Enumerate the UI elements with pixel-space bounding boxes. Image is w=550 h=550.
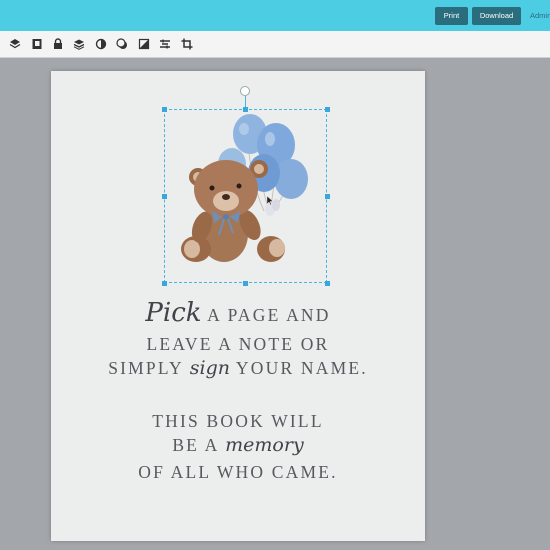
script-word-sign: sign: [189, 357, 230, 379]
resize-handle-top-left[interactable]: [162, 107, 167, 112]
selection-frame: [164, 109, 327, 283]
shadow-icon[interactable]: [115, 37, 129, 51]
layers-icon[interactable]: [8, 37, 22, 51]
script-word-pick: Pick: [145, 298, 202, 328]
text-line-5[interactable]: BE A memory: [51, 434, 425, 456]
mouse-pointer-icon: [267, 196, 273, 205]
top-bar: Print Download Admin: [0, 0, 550, 31]
rotate-handle[interactable]: [240, 86, 250, 96]
line-5-pre: BE A: [172, 435, 226, 455]
line-6-text: OF ALL WHO CAME.: [138, 462, 338, 482]
text-line-3[interactable]: SIMPLY sign YOUR NAME.: [51, 357, 425, 379]
text-line-2[interactable]: LEAVE A NOTE OR: [51, 334, 425, 355]
resize-handle-bottom-left[interactable]: [162, 281, 167, 286]
download-button[interactable]: Download: [472, 7, 521, 25]
text-line-6[interactable]: OF ALL WHO CAME.: [51, 462, 425, 483]
editor-toolbar: [0, 31, 550, 58]
resize-handle-top[interactable]: [243, 107, 248, 112]
flip-icon[interactable]: [94, 37, 108, 51]
resize-handle-right[interactable]: [325, 194, 330, 199]
resize-handle-bottom-right[interactable]: [325, 281, 330, 286]
resize-handle-top-right[interactable]: [325, 107, 330, 112]
line-2-text: LEAVE A NOTE OR: [146, 334, 330, 354]
text-line-4[interactable]: THIS BOOK WILL: [51, 411, 425, 432]
align-icon[interactable]: [158, 37, 172, 51]
opacity-icon[interactable]: [137, 37, 151, 51]
stack-icon[interactable]: [72, 37, 86, 51]
print-button[interactable]: Print: [435, 7, 468, 25]
text-line-1[interactable]: Pick A PAGE AND: [51, 298, 425, 328]
crop-icon[interactable]: [180, 37, 194, 51]
line-3-post: YOUR NAME.: [230, 358, 368, 378]
resize-handle-bottom[interactable]: [243, 281, 248, 286]
admin-link[interactable]: Admin: [530, 7, 550, 25]
lock-icon[interactable]: [51, 37, 65, 51]
line-3-pre: SIMPLY: [108, 358, 190, 378]
line-4-text: THIS BOOK WILL: [152, 411, 324, 431]
resize-handle-left[interactable]: [162, 194, 167, 199]
script-word-memory: memory: [225, 434, 304, 456]
book-icon[interactable]: [30, 37, 44, 51]
line-1-rest: A PAGE AND: [201, 305, 331, 325]
